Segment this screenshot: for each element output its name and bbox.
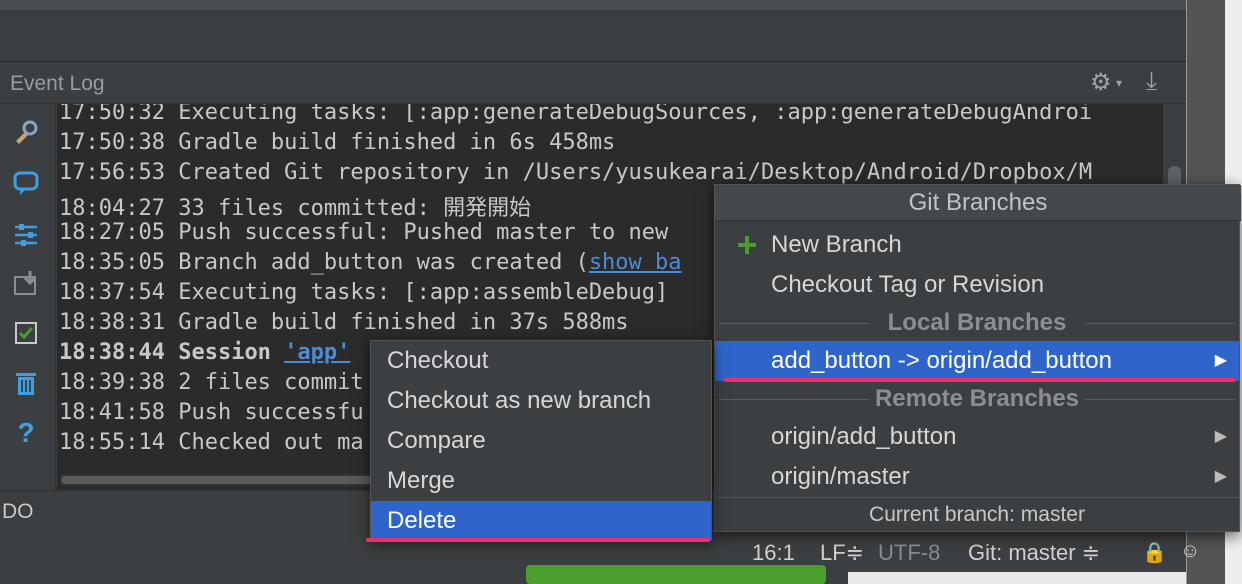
- todo-tab[interactable]: DO: [2, 500, 34, 524]
- menu-item-checkout-new-branch[interactable]: Checkout as new branch: [371, 381, 711, 421]
- current-branch-label: Current branch: master: [715, 497, 1239, 531]
- log-line: 18:27:05 Push successful: Pushed master …: [59, 220, 669, 245]
- highlight-underline: [724, 378, 1236, 382]
- chevron-right-icon: ▶: [1214, 352, 1227, 369]
- show-balloon-link[interactable]: show ba: [589, 250, 682, 275]
- progress-area: [526, 565, 826, 584]
- menu-item-compare[interactable]: Compare: [371, 421, 711, 461]
- local-branch-item[interactable]: add_button -> origin/add_button ▶: [715, 341, 1239, 381]
- menu-item-delete[interactable]: Delete: [371, 501, 711, 541]
- local-branches-header: Local Branches: [715, 305, 1239, 341]
- highlight-underline: [366, 538, 710, 542]
- log-line: 18:37:54 Executing tasks: [:app:assemble…: [59, 280, 669, 305]
- download-icon[interactable]: ⤓: [1146, 67, 1157, 96]
- remote-branch-item[interactable]: origin/add_button ▶: [715, 417, 1239, 457]
- menu-item-checkout[interactable]: Checkout: [371, 341, 711, 381]
- file-encoding[interactable]: UTF-8: [878, 540, 940, 566]
- new-branch-item[interactable]: New Branch: [715, 225, 1239, 265]
- log-line: 17:50:32 Executing tasks: [:app:generate…: [59, 104, 1093, 125]
- speech-bubble-icon[interactable]: [11, 168, 41, 198]
- panel-title: Event Log: [10, 72, 105, 95]
- log-line: 18:38:31 Gradle build finished in 37s 58…: [59, 310, 629, 335]
- log-line: 18:35:05 Branch add_button was created (…: [59, 250, 682, 275]
- git-branches-popup: Git Branches New Branch Checkout Tag or …: [714, 184, 1241, 532]
- chevron-right-icon: ▶: [1214, 468, 1227, 485]
- caret-position[interactable]: 16:1: [752, 540, 795, 566]
- log-line: 18:38:44 Session 'app': [59, 340, 351, 365]
- lock-icon[interactable]: 🔒: [1142, 540, 1167, 565]
- log-line: 18:41:58 Push successfu: [59, 400, 364, 425]
- popup-title: Git Branches: [715, 185, 1241, 221]
- log-line: 18:39:38 2 files commit: [59, 370, 364, 395]
- plus-icon: [738, 236, 756, 254]
- gear-icon[interactable]: ⚙: [1090, 68, 1112, 97]
- git-branch-widget[interactable]: Git: master ≑: [968, 540, 1100, 566]
- line-separator[interactable]: LF≑: [820, 540, 864, 566]
- checkout-tag-item[interactable]: Checkout Tag or Revision: [715, 265, 1239, 305]
- session-app-link[interactable]: 'app': [284, 340, 350, 365]
- help-icon[interactable]: ?: [11, 417, 41, 448]
- wrench-icon[interactable]: [11, 118, 41, 148]
- inspector-icon[interactable]: ☺: [1180, 540, 1200, 563]
- event-log-header: Event Log ⚙ ▾ ⤓: [0, 62, 1186, 104]
- remote-branch-item[interactable]: origin/master ▶: [715, 457, 1239, 497]
- log-line: 18:55:14 Checked out ma: [59, 430, 364, 455]
- log-line: 17:50:38 Gradle build finished in 6s 458…: [59, 130, 616, 155]
- top-toolbar-area: [0, 0, 1190, 62]
- log-line: 18:04:27 33 files committed: 開発開始: [59, 196, 532, 221]
- event-log-toolbar: ?: [0, 104, 56, 490]
- remote-branches-header: Remote Branches: [715, 381, 1239, 417]
- trash-icon[interactable]: [11, 368, 41, 398]
- settings-sliders-icon[interactable]: [11, 218, 41, 248]
- checkbox-icon[interactable]: [11, 318, 41, 348]
- menu-item-merge[interactable]: Merge: [371, 461, 711, 501]
- background-pane: [848, 572, 1186, 584]
- chevron-right-icon: ▶: [1214, 428, 1227, 445]
- branch-context-menu: Checkout Checkout as new branch Compare …: [370, 340, 712, 541]
- import-icon[interactable]: [11, 268, 41, 298]
- chevron-down-icon[interactable]: ▾: [1116, 76, 1122, 90]
